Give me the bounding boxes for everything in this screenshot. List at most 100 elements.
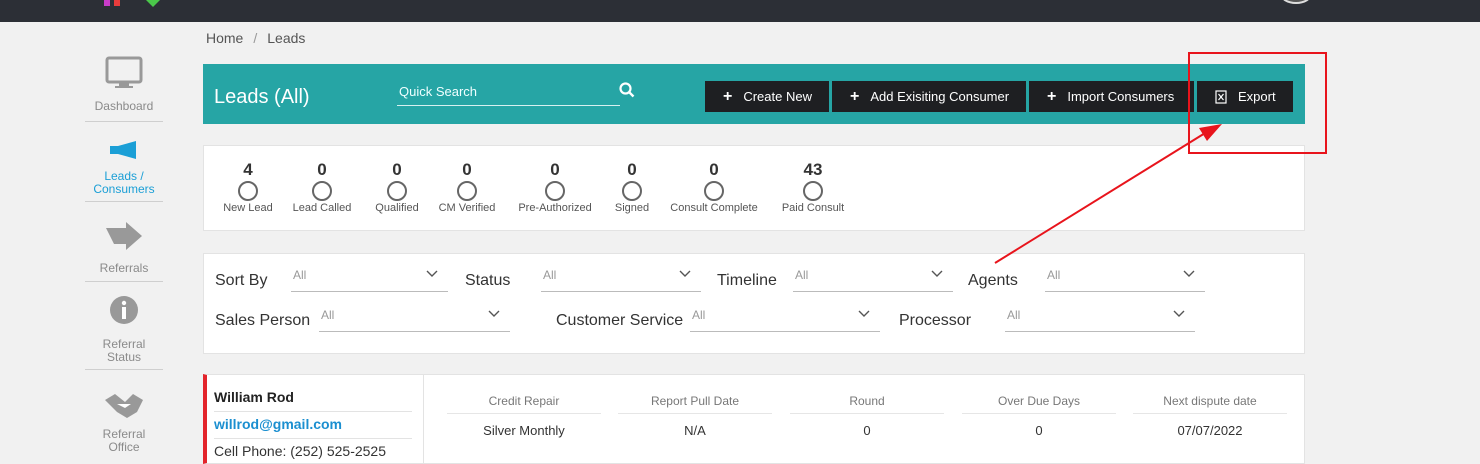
sidebar-item-label: Status [106,350,142,364]
column-value: 0 [1035,423,1043,438]
agents-value: All [1047,268,1061,282]
processor-label: Processor [899,312,972,329]
agents-select[interactable]: All [1045,268,1205,292]
chat-icon [312,181,332,201]
add-existing-consumer-button[interactable]: + Add Exisiting Consumer [832,81,1026,112]
lead-email-link[interactable]: willrod@gmail.com [214,416,342,432]
sidebar-item-dashboard[interactable]: Dashboard [85,56,163,122]
stat-qualified[interactable]: 0 Qualified [368,161,426,215]
add-existing-consumer-label: Add Exisiting Consumer [870,89,1010,104]
breadcrumb-current: Leads [267,30,306,46]
page-title: Leads (All) [214,86,310,108]
lead-contact-info: William Rod willrod@gmail.com Cell Phone… [207,375,424,464]
stat-label: CM Verified [438,202,496,214]
quick-search [397,78,635,106]
sidebar-item-referral-status[interactable]: Referral Status [85,294,163,370]
sort-by-value: All [293,268,307,282]
create-new-button[interactable]: + Create New [705,81,829,112]
import-consumers-button[interactable]: + Import Consumers [1029,81,1194,112]
stat-label: New Lead [223,202,273,214]
processor-value: All [1007,308,1021,322]
export-button[interactable]: Export [1197,81,1293,112]
sales-person-label: Sales Person [215,312,311,329]
sidebar-item-leads[interactable]: Leads / Consumers [85,140,163,202]
dollar-check-icon [545,181,565,201]
timeline-label: Timeline [717,272,777,289]
sidebar-item-label: Referrals [99,261,149,275]
stat-label: Consult Complete [670,202,758,214]
lead-card[interactable]: William Rod willrod@gmail.com Cell Phone… [203,374,1305,464]
stat-value: 43 [803,160,823,179]
plus-icon: + [850,87,860,105]
column-value: 07/07/2022 [1177,423,1243,438]
stat-value: 4 [243,160,253,179]
sidebar-item-label: Consumers [93,182,155,196]
stat-cm-verified[interactable]: 0 CM Verified [436,161,498,215]
arrow-right-icon [106,222,142,250]
sidebar-item-referrals[interactable]: Referrals [85,220,163,282]
create-new-label: Create New [743,89,812,104]
check-icon [387,181,407,201]
lead-stats-card: 4 New Lead 0 Lead Called 0 Qualified 0 C… [203,145,1305,231]
stat-new-lead[interactable]: 4 New Lead [218,161,278,215]
status-label: Status [465,272,511,289]
card-icon [457,181,477,201]
customer-service-value: All [692,308,706,322]
column-value: N/A [684,423,706,438]
stat-lead-called[interactable]: 0 Lead Called [290,161,354,215]
sales-person-select[interactable]: All [319,308,510,332]
filters-card: Sort By All Status All Timeline All Agen… [203,253,1305,354]
megaphone-icon [238,181,258,201]
dollar-check-icon [803,181,823,201]
column-value: Silver Monthly [483,423,565,438]
import-consumers-label: Import Consumers [1067,89,1175,104]
chevron-down-icon [931,270,943,277]
stat-value: 0 [627,160,637,179]
stat-value: 0 [392,160,402,179]
sidebar-item-label: Dashboard [94,99,154,113]
status-select[interactable]: All [541,268,701,292]
lead-column-report-pull-date: Report Pull Date N/A [618,394,772,438]
column-value: 0 [863,423,871,438]
divider [214,411,412,412]
column-header: Next dispute date [1133,394,1287,414]
plus-icon: + [723,87,733,105]
monitor-icon [105,56,143,88]
search-input[interactable] [397,78,597,104]
processor-select[interactable]: All [1005,308,1195,332]
stat-value: 0 [709,160,719,179]
stat-label: Signed [614,202,650,214]
agents-label: Agents [968,272,1018,289]
lead-column-next-dispute-date: Next dispute date 07/07/2022 [1133,394,1287,438]
sidebar-item-referral-office[interactable]: Referral Office [85,390,163,464]
status-value: All [543,268,557,282]
sales-person-value: All [321,308,335,322]
lead-name[interactable]: William Rod [214,389,294,405]
excel-file-icon [1215,89,1227,104]
logo-icon[interactable] [100,0,164,8]
column-header: Over Due Days [962,394,1116,414]
lead-column-credit-repair: Credit Repair Silver Monthly [447,394,601,438]
stat-value: 0 [550,160,560,179]
lead-column-over-due-days: Over Due Days 0 [962,394,1116,438]
lead-column-round: Round 0 [790,394,944,438]
stat-consult-complete[interactable]: 0 Consult Complete [668,161,760,215]
search-icon[interactable] [619,82,635,98]
customer-service-label: Customer Service [556,312,684,329]
chevron-down-icon [679,270,691,277]
sort-by-select[interactable]: All [291,268,448,292]
stat-pre-authorized[interactable]: 0 Pre-Authorized [514,161,596,215]
stat-signed[interactable]: 0 Signed [608,161,656,215]
customer-service-select[interactable]: All [690,308,880,332]
handshake-icon [105,394,143,418]
stat-value: 0 [462,160,472,179]
divider [214,438,412,439]
export-label: Export [1238,89,1276,104]
stat-paid-consult[interactable]: 43 Paid Consult [778,161,848,215]
sidebar-item-label: Office [108,440,140,454]
timeline-value: All [795,268,809,282]
user-avatar[interactable] [1280,0,1312,4]
breadcrumb-home[interactable]: Home [206,30,243,46]
sort-by-label: Sort By [215,272,268,289]
timeline-select[interactable]: All [793,268,953,292]
